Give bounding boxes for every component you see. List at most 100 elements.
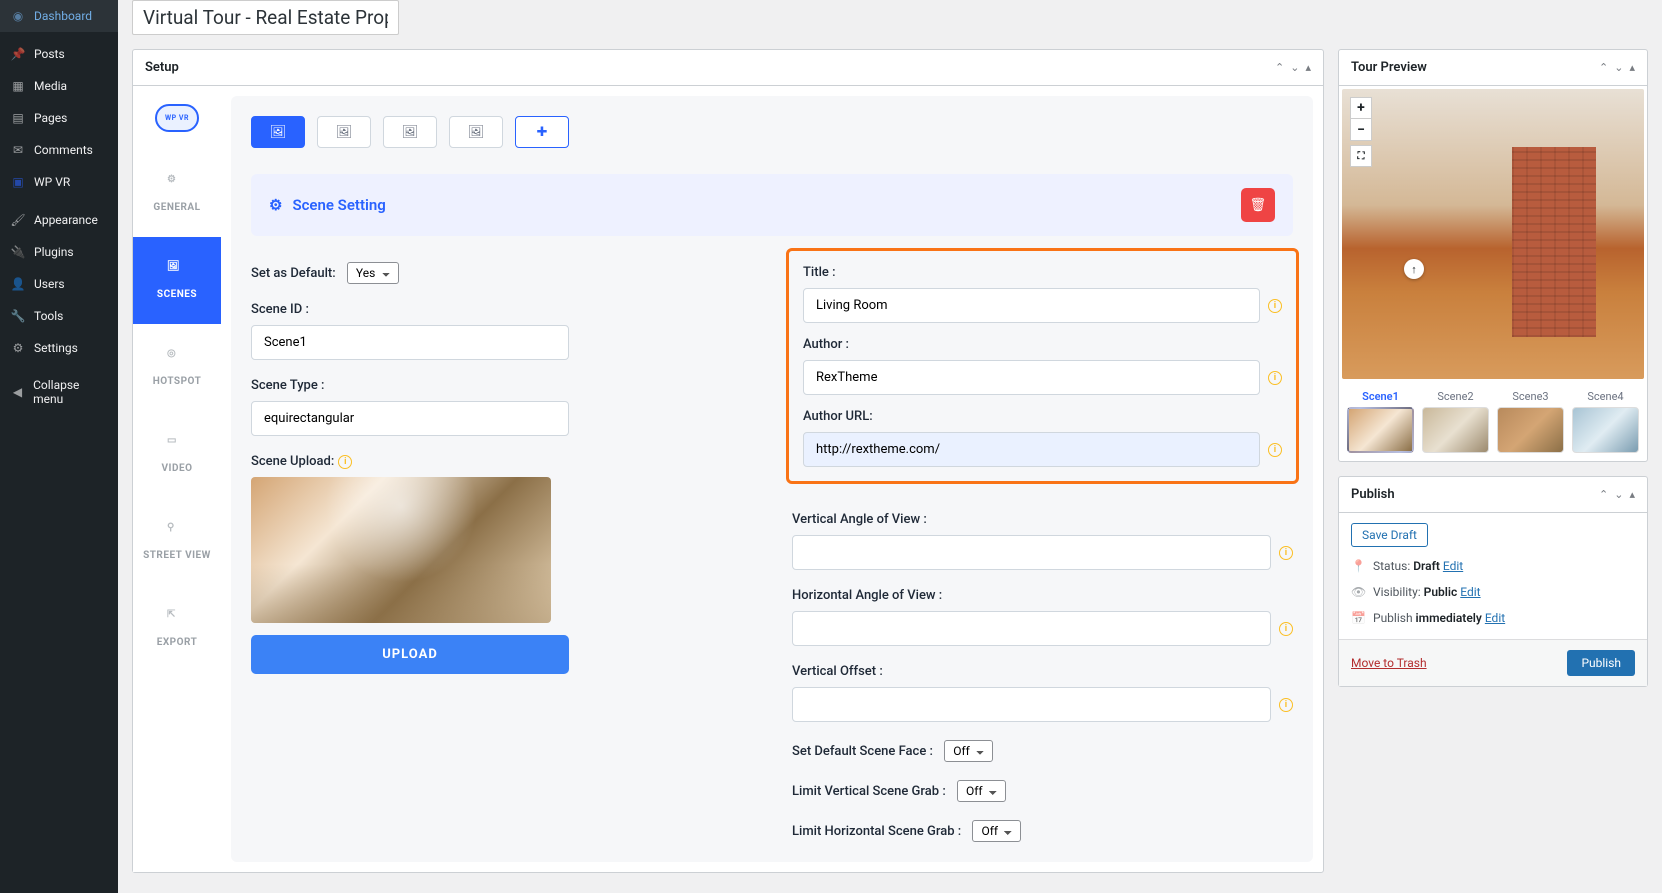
publish-button[interactable]: Publish (1567, 650, 1635, 676)
plugins-icon: 🔌 (10, 244, 26, 260)
zoom-in-button[interactable]: + (1350, 97, 1372, 119)
caret-up-icon[interactable]: ▴ (1305, 61, 1311, 74)
save-draft-button[interactable]: Save Draft (1351, 523, 1428, 547)
setup-metabox: Setup ⌃ ⌄ ▴ WP VR (132, 49, 1324, 873)
menu-media[interactable]: ▦Media (0, 70, 118, 102)
main-content: Setup ⌃ ⌄ ▴ WP VR (118, 0, 1662, 893)
scene-id-input[interactable] (251, 325, 569, 360)
vertical-angle-label: Vertical Angle of View : (792, 512, 1293, 527)
thumb-scene2[interactable]: Scene2 (1422, 390, 1489, 453)
menu-dashboard[interactable]: ◉Dashboard (0, 0, 118, 32)
scene-tab-3[interactable]: 🖼 (383, 116, 437, 148)
default-face-select[interactable]: Off (944, 740, 993, 762)
info-icon[interactable]: i (1279, 698, 1293, 712)
scene-tab-1[interactable]: 🖼 (251, 116, 305, 148)
tour-preview-metabox: Tour Preview ⌃ ⌄ ▴ + − (1338, 49, 1648, 462)
menu-comments[interactable]: ✉Comments (0, 134, 118, 166)
appearance-icon: 🖌 (10, 212, 26, 228)
vertical-angle-input[interactable] (792, 535, 1271, 570)
caret-down-icon[interactable]: ⌄ (1614, 488, 1623, 501)
eye-icon: 👁 (1351, 585, 1365, 599)
thumb-scene4[interactable]: Scene4 (1572, 390, 1639, 453)
menu-appearance[interactable]: 🖌Appearance (0, 204, 118, 236)
preview-viewport[interactable]: + − ⛶ ↑ (1342, 89, 1644, 379)
menu-pages[interactable]: ▤Pages (0, 102, 118, 134)
scene-thumbnails: Scene1 Scene2 Scene3 (1339, 382, 1647, 461)
tab-scenes[interactable]: 🖼 SCENES (133, 237, 221, 324)
set-default-select[interactable]: Yes (347, 262, 399, 284)
collapse-icon: ◀ (10, 384, 25, 400)
caret-up-icon[interactable]: ▴ (1629, 61, 1635, 74)
info-icon[interactable]: i (1279, 546, 1293, 560)
title-label: Title : (803, 265, 1282, 280)
scene-type-input[interactable] (251, 401, 569, 436)
delete-scene-button[interactable]: 🗑 (1241, 188, 1275, 222)
calendar-icon: 📅 (1351, 611, 1365, 625)
tab-export[interactable]: ⇱ EXPORT (133, 585, 221, 672)
tab-video[interactable]: ▭ VIDEO (133, 411, 221, 498)
wp-admin-sidebar: ◉Dashboard 📌Posts ▦Media ▤Pages ✉Comment… (0, 0, 118, 893)
info-icon[interactable]: i (1268, 299, 1282, 313)
scene-tab-4[interactable]: 🖼 (449, 116, 503, 148)
move-to-trash-link[interactable]: Move to Trash (1351, 656, 1427, 670)
tab-street-view[interactable]: ⚲ STREET VIEW (133, 498, 221, 585)
plus-icon: ✚ (537, 125, 548, 140)
scene-tab-2[interactable]: 🖼 (317, 116, 371, 148)
thumb-scene3[interactable]: Scene3 (1497, 390, 1564, 453)
scene-tabs-row: 🖼 🖼 🖼 🖼 ✚ (251, 116, 1293, 148)
publish-title: Publish (1351, 487, 1395, 502)
setup-content: 🖼 🖼 🖼 🖼 ✚ ⚙ Scene Setting (231, 96, 1313, 862)
users-icon: 👤 (10, 276, 26, 292)
video-icon: ▭ (167, 435, 187, 455)
tour-title-input[interactable] (132, 0, 399, 35)
image-icon: 🖼 (336, 125, 353, 140)
set-default-label: Set as Default: (251, 266, 336, 281)
thumb-scene1[interactable]: Scene1 (1347, 390, 1414, 453)
schedule-row: 📅 Publish immediately Edit (1351, 611, 1635, 625)
edit-status-link[interactable]: Edit (1443, 559, 1463, 573)
author-url-input[interactable] (803, 432, 1260, 467)
caret-down-icon[interactable]: ⌄ (1290, 61, 1299, 74)
scene-setting-bar: ⚙ Scene Setting 🗑 (251, 174, 1293, 236)
caret-up-icon[interactable]: ⌃ (1599, 61, 1608, 74)
zoom-out-button[interactable]: − (1350, 119, 1372, 141)
scene-tab-add[interactable]: ✚ (515, 116, 569, 148)
info-icon[interactable]: i (1268, 371, 1282, 385)
menu-posts[interactable]: 📌Posts (0, 38, 118, 70)
menu-settings[interactable]: ⚙Settings (0, 332, 118, 364)
hotspot-marker[interactable]: ↑ (1404, 259, 1424, 279)
tab-general[interactable]: ⚙ GENERAL (133, 150, 221, 237)
caret-up-icon[interactable]: ⌃ (1275, 61, 1284, 74)
settings-icon: ⚙ (10, 340, 26, 356)
menu-wpvr[interactable]: ▣WP VR (0, 166, 118, 198)
menu-tools[interactable]: 🔧Tools (0, 300, 118, 332)
pin-icon: 📌 (10, 46, 26, 62)
fullscreen-button[interactable]: ⛶ (1350, 145, 1372, 167)
pages-icon: ▤ (10, 110, 26, 126)
info-icon[interactable]: i (1268, 443, 1282, 457)
tools-icon: 🔧 (10, 308, 26, 324)
edit-schedule-link[interactable]: Edit (1485, 611, 1505, 625)
limit-vertical-select[interactable]: Off (957, 780, 1006, 802)
caret-up-icon[interactable]: ⌃ (1599, 488, 1608, 501)
tab-hotspot[interactable]: ◎ HOTSPOT (133, 324, 221, 411)
limit-horizontal-select[interactable]: Off (972, 820, 1021, 842)
author-url-label: Author URL: (803, 409, 1282, 424)
info-icon[interactable]: i (338, 455, 352, 469)
author-input[interactable] (803, 360, 1260, 395)
caret-up-icon[interactable]: ▴ (1629, 488, 1635, 501)
highlighted-fields: Title : i Author : (786, 248, 1299, 484)
info-icon[interactable]: i (1279, 622, 1293, 636)
title-input[interactable] (803, 288, 1260, 323)
scene-type-label: Scene Type : (251, 378, 752, 393)
menu-collapse[interactable]: ◀Collapse menu (0, 370, 118, 414)
publish-metabox: Publish ⌃ ⌄ ▴ Save Draft 📍 Status: Draft… (1338, 476, 1648, 687)
caret-down-icon[interactable]: ⌄ (1614, 61, 1623, 74)
upload-button[interactable]: UPLOAD (251, 635, 569, 674)
vertical-offset-input[interactable] (792, 687, 1271, 722)
edit-visibility-link[interactable]: Edit (1460, 585, 1480, 599)
menu-users[interactable]: 👤Users (0, 268, 118, 300)
menu-plugins[interactable]: 🔌Plugins (0, 236, 118, 268)
author-label: Author : (803, 337, 1282, 352)
horizontal-angle-input[interactable] (792, 611, 1271, 646)
